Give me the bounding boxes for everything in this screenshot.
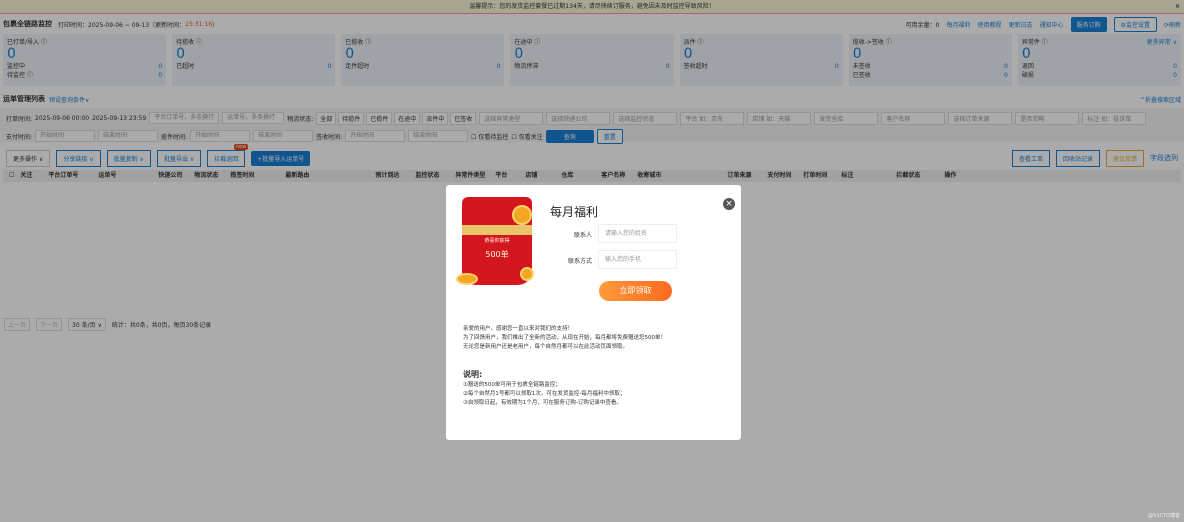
note-line: ②每个自然月1号都可以领取1次，可在发货监控-每月福利中领取； <box>463 391 626 397</box>
phone-label: 联系方式 <box>567 258 592 265</box>
desc-line: 无论您是新用户还是老用户，每个自然月都可以在此活动页面领取。 <box>463 344 629 350</box>
contact-input[interactable]: 请输入您的姓名 <box>598 224 677 243</box>
note-line: ①赠送的500单可用于包裹全链路监控； <box>463 382 561 388</box>
close-icon[interactable]: × <box>723 198 735 210</box>
desc-line: 亲爱的用户，感谢您一直以来对我们的支持！ <box>463 326 574 332</box>
modal-notes: 说明: ①赠送的500单可用于包裹全链路监控； ②每个自然月1号都可以领取1次，… <box>463 370 625 408</box>
watermark: @51CTO博客 <box>1148 513 1180 519</box>
notes-title: 说明: <box>463 370 483 379</box>
monthly-benefit-modal: × 恭喜你获得 500单 每月福利 联系人 请输入您的姓名 联系方式 输入您的手… <box>446 185 741 440</box>
modal-title: 每月福利 <box>550 205 599 219</box>
coin-icon <box>520 267 534 281</box>
envelope-line2: 500单 <box>485 250 509 259</box>
red-envelope-illustration: 恭喜你获得 500单 <box>456 197 534 285</box>
coin-icon <box>512 205 532 225</box>
phone-input[interactable]: 输入您的手机 <box>598 250 677 269</box>
modal-description: 亲爱的用户，感谢您一直以来对我们的支持！ 为了回馈用户，我们推出了全新的活动，从… <box>463 325 666 352</box>
contact-label: 联系人 <box>573 232 592 239</box>
desc-line: 为了回馈用户，我们推出了全新的活动，从现在开始，每月都将免费赠送您500单！ <box>463 335 667 341</box>
coin-icon <box>456 273 478 285</box>
claim-button[interactable]: 立即领取 <box>599 281 672 301</box>
envelope-line1: 恭喜你获得 <box>484 238 510 244</box>
note-line: ③自领取日起，有效期为1个月，可在服务订购-订购记录中查看。 <box>463 400 622 406</box>
